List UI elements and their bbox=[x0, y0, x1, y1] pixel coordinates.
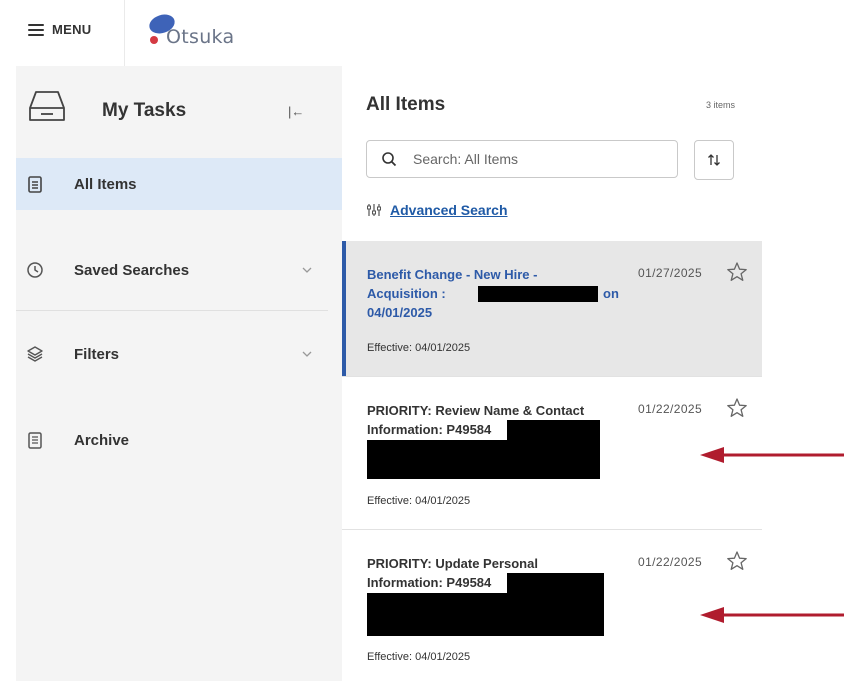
hamburger-icon bbox=[28, 23, 44, 36]
chevron-down-icon[interactable] bbox=[302, 349, 312, 359]
task-title-line: 04/01/2025 bbox=[367, 305, 433, 320]
sidebar-title: My Tasks bbox=[102, 100, 187, 121]
task-title-line: PRIORITY: Update Personal bbox=[367, 556, 538, 571]
redaction-block bbox=[507, 420, 600, 440]
sidebar-item-label: Archive bbox=[74, 431, 130, 449]
task-title-line: Acquisition : on bbox=[367, 284, 619, 303]
redaction-block bbox=[367, 593, 604, 636]
collapse-sidebar-icon[interactable]: |← bbox=[288, 104, 304, 119]
search-icon bbox=[382, 152, 397, 167]
task-title-prefix: Acquisition : bbox=[367, 286, 446, 301]
sidebar-item-archive[interactable]: Archive bbox=[16, 414, 342, 466]
task-date: 01/22/2025 bbox=[638, 402, 703, 416]
redaction-block bbox=[367, 440, 600, 479]
task-title-line: PRIORITY: Review Name & Contact bbox=[367, 403, 585, 418]
search-input[interactable] bbox=[413, 150, 663, 168]
task-item[interactable]: Benefit Change - New Hire - Acquisition … bbox=[342, 241, 762, 377]
advanced-search-label: Advanced Search bbox=[390, 202, 508, 218]
sidebar-item-label: Saved Searches bbox=[74, 261, 190, 279]
task-date: 01/27/2025 bbox=[638, 266, 703, 280]
layers-icon bbox=[27, 346, 43, 362]
sort-button[interactable] bbox=[694, 140, 734, 180]
page-title: All Items bbox=[366, 94, 446, 115]
star-icon[interactable] bbox=[726, 550, 748, 572]
filter-sliders-icon bbox=[367, 204, 381, 216]
sidebar-item-all-items[interactable]: All Items bbox=[16, 158, 342, 210]
star-icon[interactable] bbox=[726, 261, 748, 283]
logo-text: Otsuka bbox=[166, 26, 235, 48]
sidebar-item-label: Filters bbox=[74, 345, 120, 363]
top-bar: MENU Otsuka bbox=[0, 0, 846, 66]
search-box[interactable] bbox=[366, 140, 678, 178]
task-effective-date: Effective: 04/01/2025 bbox=[367, 495, 471, 507]
otsuka-logo[interactable]: Otsuka bbox=[140, 10, 260, 50]
sidebar-item-label: All Items bbox=[74, 175, 137, 193]
inbox-icon bbox=[29, 91, 65, 121]
task-date: 01/22/2025 bbox=[638, 555, 703, 569]
redaction-block bbox=[478, 286, 598, 302]
advanced-search-link[interactable]: Advanced Search bbox=[366, 202, 508, 218]
task-title-suffix: on bbox=[603, 286, 619, 301]
task-item[interactable]: PRIORITY: Update Personal Information: P… bbox=[342, 530, 762, 681]
chevron-down-icon[interactable] bbox=[302, 265, 312, 275]
task-effective-date: Effective: 04/01/2025 bbox=[367, 651, 471, 663]
sidebar: My Tasks |← All Items Saved Searches Fil… bbox=[16, 66, 342, 681]
task-item[interactable]: PRIORITY: Review Name & Contact Informat… bbox=[342, 377, 762, 530]
item-count: 3 items bbox=[706, 100, 736, 110]
sidebar-divider bbox=[16, 310, 328, 311]
star-icon[interactable] bbox=[726, 397, 748, 419]
annotation-arrow-icon bbox=[700, 607, 844, 623]
task-title: Benefit Change - New Hire - Acquisition … bbox=[367, 265, 619, 322]
annotation-arrow-icon bbox=[700, 447, 844, 463]
clock-icon bbox=[27, 262, 43, 278]
clipboard-icon bbox=[28, 176, 42, 193]
sidebar-item-saved-searches[interactable]: Saved Searches bbox=[16, 244, 342, 296]
topbar-divider bbox=[124, 0, 125, 66]
redaction-block bbox=[507, 573, 604, 593]
task-effective-date: Effective: 04/01/2025 bbox=[367, 342, 471, 354]
sidebar-header: My Tasks |← bbox=[16, 66, 342, 158]
archive-icon bbox=[28, 432, 42, 449]
task-title-line: Benefit Change - New Hire - bbox=[367, 267, 538, 282]
sidebar-item-filters[interactable]: Filters bbox=[16, 328, 342, 380]
menu-label: MENU bbox=[52, 22, 92, 37]
menu-button[interactable]: MENU bbox=[28, 22, 91, 37]
main-panel: All Items 3 items Advanced Search Benefi… bbox=[342, 66, 762, 681]
sort-icon bbox=[708, 154, 720, 166]
